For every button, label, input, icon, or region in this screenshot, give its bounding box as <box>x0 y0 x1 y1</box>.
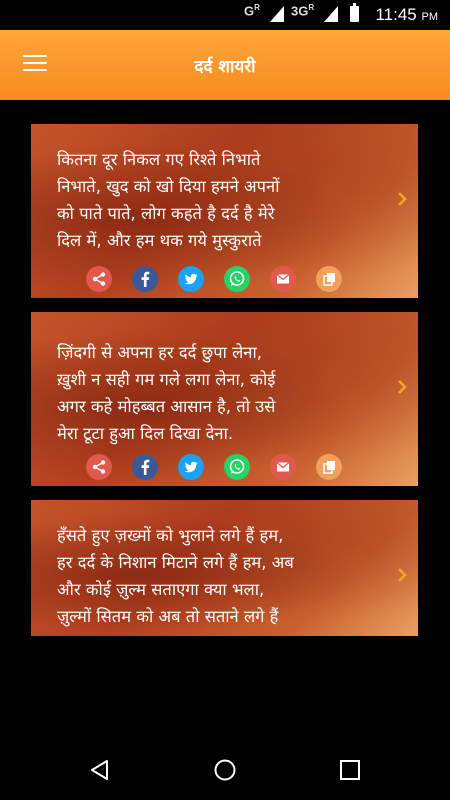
recents-icon[interactable] <box>338 758 362 782</box>
shayari-text: कितना दूर निकल गए रिश्ते निभाते निभाते, … <box>57 150 280 250</box>
share-actions <box>86 454 346 480</box>
back-icon[interactable] <box>88 758 112 782</box>
whatsapp-icon[interactable] <box>224 266 250 292</box>
signal-icon-2 <box>324 6 338 22</box>
shayari-list[interactable]: कितना दूर निकल गए रिश्ते निभाते निभाते, … <box>0 100 450 740</box>
clock: 11:45 PM <box>375 5 438 24</box>
home-icon[interactable] <box>213 758 237 782</box>
shayari-card[interactable]: हँसते हुए ज़ख्मों को भुलाने लगे हैं हम, … <box>31 500 418 636</box>
chevron-right-icon[interactable] <box>396 567 408 583</box>
status-bar: GR 3GR 11:45 PM <box>0 0 450 30</box>
shayari-text: ज़िंदगी से अपना हर दर्द छुपा लेना, ख़ुशी… <box>57 343 276 443</box>
shayari-card[interactable]: ज़िंदगी से अपना हर दर्द छुपा लेना, ख़ुशी… <box>31 312 418 486</box>
twitter-icon[interactable] <box>178 266 204 292</box>
chevron-right-icon[interactable] <box>396 191 408 207</box>
network-type-2: 3GR <box>291 3 315 19</box>
system-nav-bar <box>0 740 450 800</box>
shayari-text: हँसते हुए ज़ख्मों को भुलाने लगे हैं हम, … <box>57 526 294 626</box>
shayari-card[interactable]: कितना दूर निकल गए रिश्ते निभाते निभाते, … <box>31 124 418 298</box>
page-title: दर्द शायरी <box>194 57 256 77</box>
copy-icon[interactable] <box>316 266 342 292</box>
network-type-1: GR <box>244 3 260 19</box>
share-icon[interactable] <box>86 454 112 480</box>
facebook-icon[interactable] <box>132 454 158 480</box>
twitter-icon[interactable] <box>178 454 204 480</box>
chevron-right-icon[interactable] <box>396 379 408 395</box>
facebook-icon[interactable] <box>132 266 158 292</box>
battery-icon <box>350 3 359 22</box>
signal-icon <box>270 6 284 22</box>
whatsapp-icon[interactable] <box>224 454 250 480</box>
copy-icon[interactable] <box>316 454 342 480</box>
app-bar: दर्द शायरी <box>0 30 450 100</box>
share-icon[interactable] <box>86 266 112 292</box>
email-icon[interactable] <box>270 266 296 292</box>
email-icon[interactable] <box>270 454 296 480</box>
share-actions <box>86 266 346 292</box>
